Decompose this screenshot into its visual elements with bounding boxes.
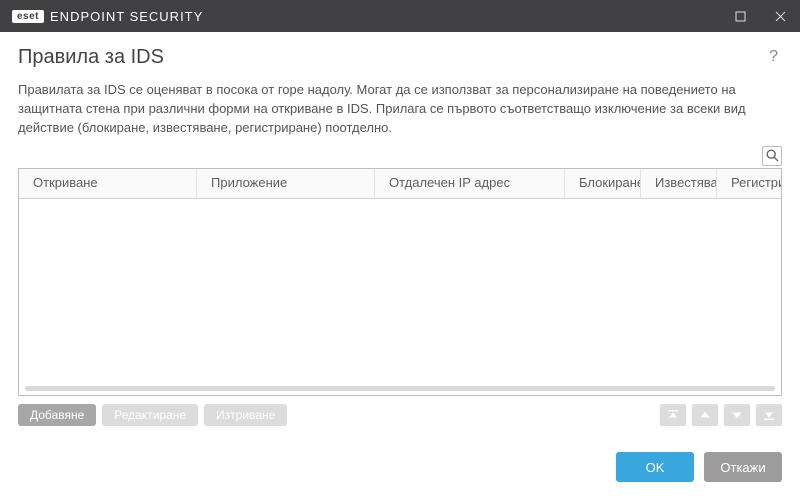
table-body[interactable]: [19, 199, 781, 395]
add-button[interactable]: Добавяне: [18, 404, 96, 426]
search-icon: [766, 149, 779, 162]
titlebar: eset ENDPOINT SECURITY: [0, 0, 800, 32]
col-notify[interactable]: Известяване: [641, 169, 717, 198]
chevron-bottom-icon: [763, 409, 775, 421]
action-row: Добавяне Редактиране Изтриване: [18, 404, 782, 426]
table-header: Откриване Приложение Отдалечен IP адрес …: [19, 169, 781, 199]
close-icon: [775, 11, 786, 22]
delete-button[interactable]: Изтриване: [204, 404, 287, 426]
rules-table: Откриване Приложение Отдалечен IP адрес …: [18, 168, 782, 396]
brand-text: ENDPOINT SECURITY: [50, 9, 203, 24]
search-button[interactable]: [762, 146, 782, 166]
cancel-button[interactable]: Откажи: [704, 452, 782, 482]
chevron-down-icon: [731, 409, 743, 421]
horizontal-scrollbar[interactable]: [25, 386, 775, 391]
close-button[interactable]: [760, 0, 800, 32]
ok-button[interactable]: OK: [616, 452, 694, 482]
col-log[interactable]: Регистриране: [717, 169, 781, 198]
page-title: Правила за IDS: [18, 46, 765, 69]
edit-button[interactable]: Редактиране: [102, 404, 198, 426]
maximize-icon: [735, 11, 746, 22]
dialog-footer: OK Откажи: [0, 436, 800, 500]
content-area: Правила за IDS ? Правилата за IDS се оце…: [0, 32, 800, 436]
col-remote-ip[interactable]: Отдалечен IP адрес: [375, 169, 565, 198]
search-row: [18, 146, 782, 166]
brand-badge: eset: [12, 10, 44, 23]
col-application[interactable]: Приложение: [197, 169, 375, 198]
move-bottom-button[interactable]: [756, 404, 782, 426]
help-icon[interactable]: ?: [765, 46, 782, 68]
page-description: Правилата за IDS се оценяват в посока от…: [18, 81, 782, 138]
move-up-button[interactable]: [692, 404, 718, 426]
col-block[interactable]: Блокиране: [565, 169, 641, 198]
chevron-top-icon: [667, 409, 679, 421]
col-detection[interactable]: Откриване: [19, 169, 197, 198]
heading-row: Правила за IDS ?: [18, 46, 782, 69]
move-top-button[interactable]: [660, 404, 686, 426]
move-down-button[interactable]: [724, 404, 750, 426]
maximize-button[interactable]: [720, 0, 760, 32]
chevron-up-icon: [699, 409, 711, 421]
